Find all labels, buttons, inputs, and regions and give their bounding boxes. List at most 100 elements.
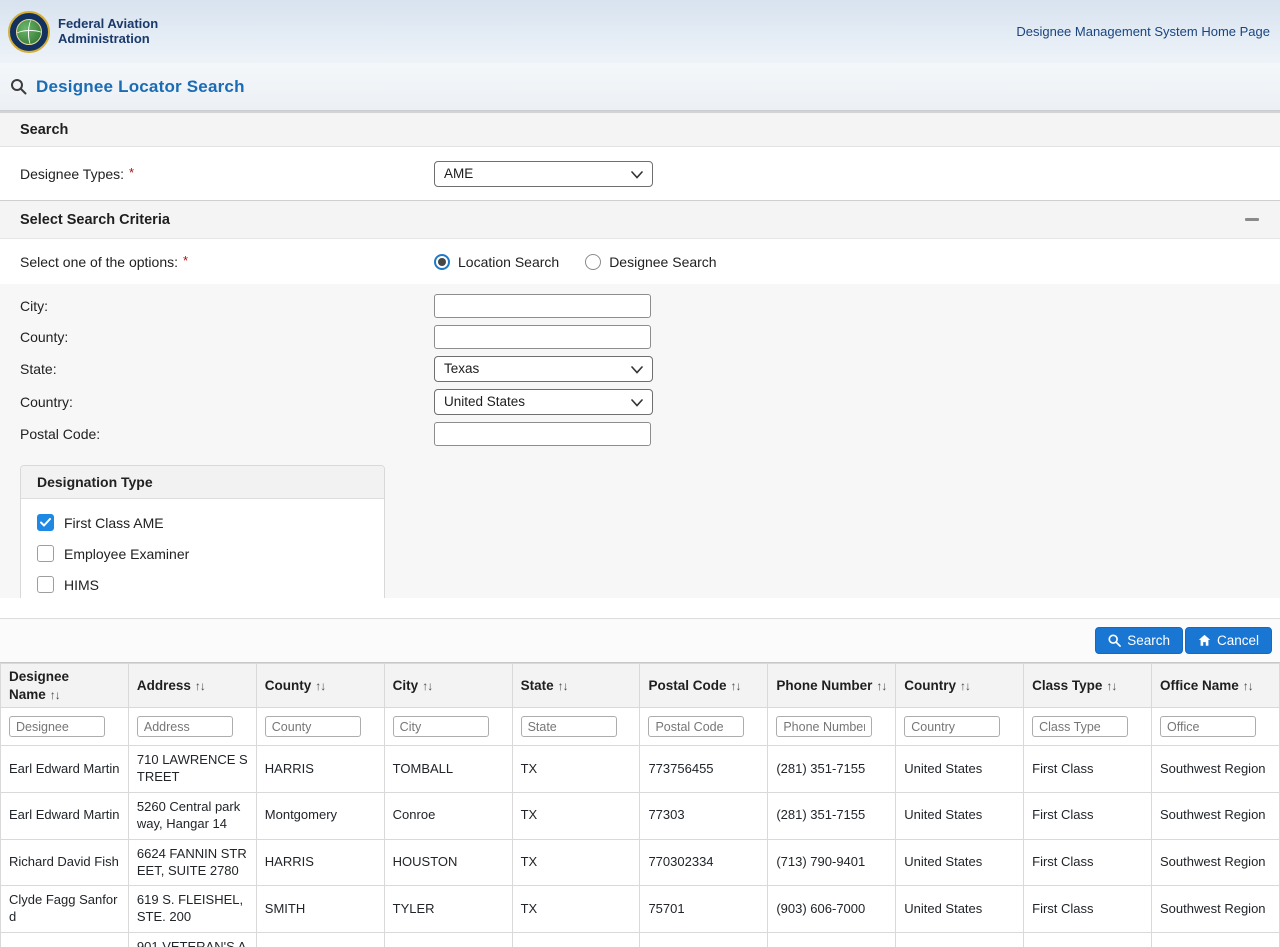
cell-address: 710 LAWRENCE STREET	[127, 745, 257, 793]
column-header-state[interactable]: State ↑↓	[511, 662, 641, 709]
county-field-row: County:	[0, 321, 1280, 352]
cell-phone-number: (281) 351-7155	[767, 791, 897, 840]
cell-state: TX	[511, 838, 641, 887]
designee-types-row: Designee Types: * AME	[0, 147, 1280, 200]
search-button[interactable]: Search	[1095, 627, 1183, 654]
column-header-postal-code[interactable]: Postal Code ↑↓	[639, 662, 769, 709]
table-row: Rolando Diaz901 VETERAN'S AIRPARK LNMIDL…	[0, 932, 1280, 947]
cell-city: MIDLAND	[383, 932, 513, 947]
cell-office-name: Southwest Region	[1151, 745, 1280, 793]
page-title-bar: Designee Locator Search	[0, 63, 1280, 111]
criteria-section-header: Select Search Criteria	[0, 200, 1280, 239]
cell-class-type: First Class	[1023, 838, 1153, 887]
checkbox-first-class-ame[interactable]: First Class AME	[37, 507, 368, 538]
postal-code-label: Postal Code:	[20, 425, 101, 442]
county-input[interactable]	[434, 324, 651, 349]
city-label: City:	[20, 297, 48, 314]
cell-city: TYLER	[383, 885, 513, 934]
filter-input-postal-code[interactable]	[648, 716, 745, 738]
cell-city: Conroe	[383, 791, 513, 840]
cell-postal-code: 773756455	[639, 745, 769, 793]
sort-icon: ↑↓	[315, 678, 326, 693]
results-table: Designee Name ↑↓ Address ↑↓ County ↑↓ City ↑↓ St…	[0, 662, 1280, 947]
faa-brand: Federal Aviation Administration	[8, 10, 158, 53]
checkbox-employee-examiner[interactable]: Employee Examiner	[37, 538, 368, 569]
cell-designee-name: Rolando Diaz	[0, 932, 129, 947]
cell-state: TX	[511, 932, 641, 947]
filter-input-city[interactable]	[392, 716, 489, 738]
city-field-row: City:	[0, 290, 1280, 321]
search-mode-radio-group: Location Search Designee Search	[434, 253, 717, 270]
filter-input-state[interactable]	[520, 716, 617, 738]
required-asterisk: *	[129, 164, 135, 180]
filter-input-class-type[interactable]	[1032, 716, 1129, 738]
location-search-panel: City: County: State: Texas Country: Unit…	[0, 284, 1280, 613]
chevron-down-icon	[631, 398, 643, 407]
cell-postal-code: 79705	[639, 932, 769, 947]
sort-icon: ↑↓	[730, 678, 741, 693]
column-header-office-name[interactable]: Office Name ↑↓	[1151, 662, 1280, 709]
cell-phone-number: (281) 351-7155	[767, 745, 897, 793]
filter-input-address[interactable]	[136, 716, 233, 738]
cell-country: United States	[895, 885, 1025, 934]
cell-state: TX	[511, 791, 641, 840]
sort-icon: ↑↓	[959, 678, 971, 693]
cell-class-type: First Class	[1023, 791, 1153, 840]
search-icon	[1108, 634, 1122, 647]
column-header-city[interactable]: City ↑↓	[383, 662, 513, 709]
collapse-section-button[interactable]	[1244, 212, 1260, 228]
home-page-link[interactable]: Designee Management System Home Page	[1016, 24, 1270, 39]
cell-office-name: Southwest Region	[1151, 885, 1280, 934]
filter-input-phone-number[interactable]	[776, 716, 873, 738]
actions-bar: Search Cancel	[0, 618, 1280, 663]
cell-country: United States	[895, 791, 1025, 840]
designation-type-heading: Designation Type	[21, 466, 384, 499]
filter-input-county[interactable]	[264, 716, 361, 738]
column-header-county[interactable]: County ↑↓	[255, 662, 385, 709]
postal-code-input[interactable]	[434, 421, 651, 446]
column-header-class-type[interactable]: Class Type ↑↓	[1023, 662, 1153, 709]
options-row: Select one of the options: * Location Sea…	[0, 239, 1280, 284]
required-asterisk: *	[183, 252, 189, 268]
checkbox-hims[interactable]: HIMS	[37, 569, 368, 600]
filter-input-country[interactable]	[904, 716, 1001, 738]
radio-designee-search[interactable]: Designee Search	[585, 253, 717, 270]
checkbox-unchecked-icon	[37, 545, 54, 562]
sort-icon: ↑↓	[422, 678, 433, 693]
sort-icon: ↑↓	[557, 678, 569, 693]
cell-address: 901 VETERAN'S AIRPARK LN	[127, 932, 257, 947]
cell-county: MIDLAND	[255, 932, 385, 947]
filter-input-office-name[interactable]	[1160, 716, 1257, 738]
column-header-country[interactable]: Country ↑↓	[895, 662, 1025, 709]
cell-address: 5260 Central park way, Hangar 14	[127, 791, 257, 840]
sort-icon: ↑↓	[49, 687, 61, 702]
cancel-button[interactable]: Cancel	[1184, 627, 1272, 654]
filter-input-designee-name[interactable]	[9, 716, 105, 738]
cell-state: TX	[511, 885, 641, 934]
cell-designee-name: Earl Edward Martin	[0, 791, 129, 840]
checkbox-checked-icon	[37, 514, 54, 531]
column-header-phone-number[interactable]: Phone Number ↑↓	[767, 662, 897, 709]
designee-types-select[interactable]: AME	[434, 160, 653, 187]
state-select[interactable]: Texas	[434, 355, 653, 382]
cell-class-type: First Class	[1023, 932, 1153, 947]
country-label: Country:	[20, 393, 73, 410]
radio-location-search[interactable]: Location Search	[434, 253, 559, 270]
chevron-down-icon	[631, 365, 643, 374]
cell-county: HARRIS	[255, 838, 385, 887]
cell-address: 619 S. FLEISHEL, STE. 200	[127, 885, 257, 934]
cell-designee-name: Earl Edward Martin	[0, 745, 129, 793]
column-header-designee-name[interactable]: Designee Name ↑↓	[0, 662, 129, 709]
cell-state: TX	[511, 745, 641, 793]
column-header-address[interactable]: Address ↑↓	[127, 662, 257, 709]
country-select[interactable]: United States	[434, 388, 653, 415]
cell-city: HOUSTON	[383, 838, 513, 887]
city-input[interactable]	[434, 293, 651, 318]
cell-city: TOMBALL	[383, 745, 513, 793]
cell-country: United States	[895, 932, 1025, 947]
table-row: Earl Edward Martin 5260 Central park way,…	[0, 791, 1280, 840]
cell-country: United States	[895, 745, 1025, 793]
postal-code-field-row: Postal Code:	[0, 418, 1280, 449]
radio-unselected-icon	[585, 253, 602, 270]
radio-selected-icon	[434, 253, 450, 270]
